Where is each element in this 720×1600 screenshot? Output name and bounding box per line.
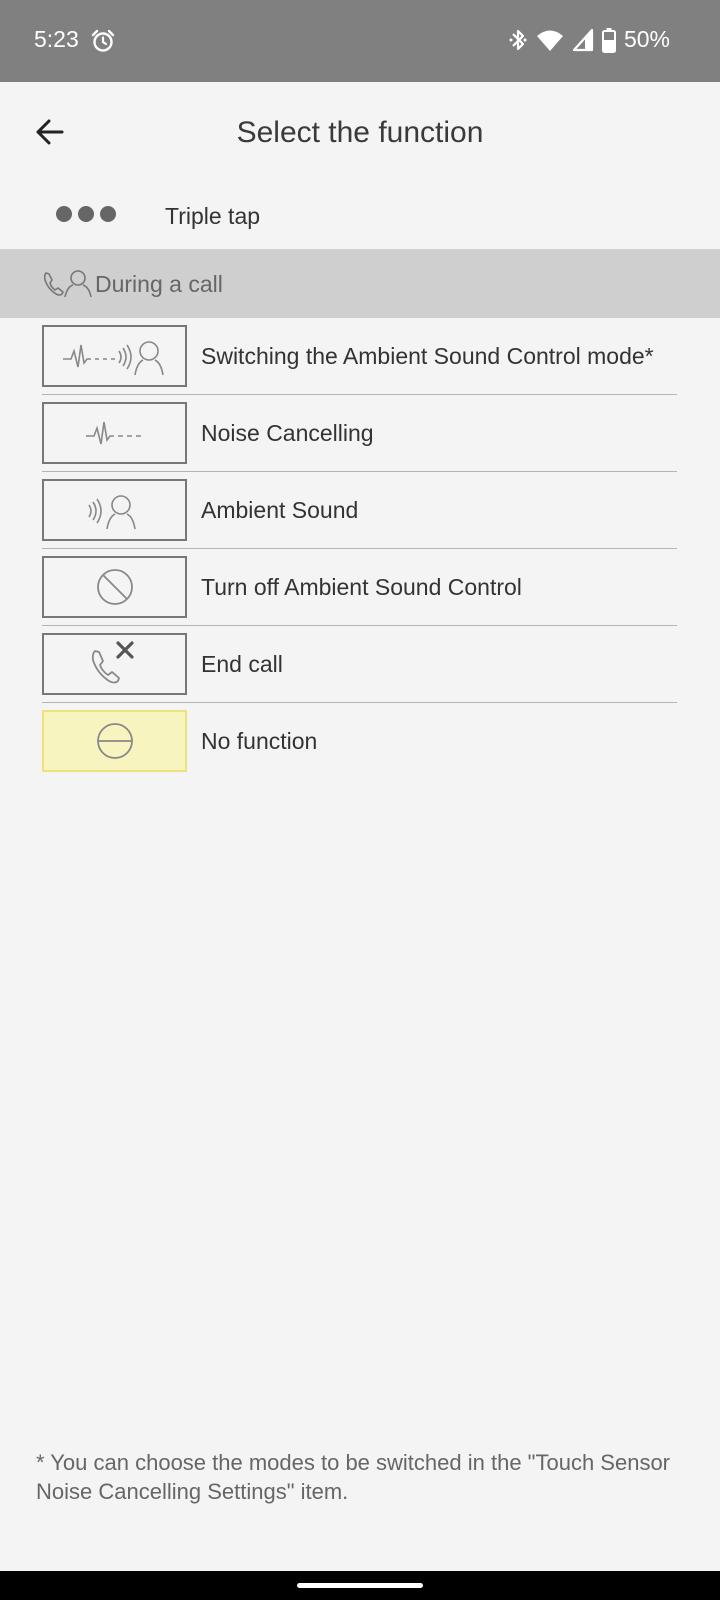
signal-icon xyxy=(572,28,594,51)
navigation-bar xyxy=(0,1571,720,1600)
status-bar: 5:23 50% xyxy=(0,0,720,82)
function-label: Noise Cancelling xyxy=(201,420,374,446)
end-call-icon xyxy=(91,641,134,684)
function-label: Ambient Sound xyxy=(201,497,359,523)
prohibited-icon xyxy=(96,569,133,605)
footnote: * You can choose the modes to be switche… xyxy=(36,1450,671,1504)
function-item-switch-ambient[interactable]: Switching the Ambient Sound Control mode… xyxy=(42,318,677,395)
function-label: End call xyxy=(201,651,283,677)
function-item-turn-off-ambient[interactable]: Turn off Ambient Sound Control xyxy=(42,549,677,626)
function-label: Turn off Ambient Sound Control xyxy=(201,574,522,600)
function-icon-box xyxy=(42,633,187,695)
home-indicator[interactable] xyxy=(297,1583,423,1588)
triple-tap-icon xyxy=(56,206,116,222)
gesture-header: Triple tap xyxy=(0,182,720,248)
noise-cancelling-icon xyxy=(85,421,141,445)
status-icons: 50% xyxy=(508,26,670,53)
page-title: Select the function xyxy=(236,116,484,149)
function-item-ambient-sound[interactable]: Ambient Sound xyxy=(42,472,677,549)
function-list: Switching the Ambient Sound Control mode… xyxy=(42,318,677,780)
battery-percentage: 50% xyxy=(623,26,670,52)
gesture-label: Triple tap xyxy=(165,203,261,229)
status-time: 5:23 xyxy=(34,26,79,52)
function-item-no-function[interactable]: No function xyxy=(42,703,677,780)
nc-ambient-switch-icon xyxy=(62,341,164,376)
function-icon-box xyxy=(42,479,187,541)
section-header-during-call: During a call xyxy=(0,249,720,318)
wifi-icon xyxy=(536,30,563,51)
app-header: Select the function xyxy=(0,82,720,182)
function-icon-box xyxy=(42,710,187,772)
function-icon-box xyxy=(42,556,187,618)
call-person-icon xyxy=(43,270,92,298)
function-item-end-call[interactable]: End call xyxy=(42,626,677,703)
ambient-sound-icon xyxy=(87,495,136,530)
section-label: During a call xyxy=(95,271,223,297)
function-icon-box xyxy=(42,402,187,464)
no-function-icon xyxy=(96,723,133,759)
function-label: No function xyxy=(201,728,318,754)
alarm-icon xyxy=(91,29,115,52)
function-icon-box xyxy=(42,325,187,387)
function-label: Switching the Ambient Sound Control mode… xyxy=(201,343,654,369)
function-item-noise-cancelling[interactable]: Noise Cancelling xyxy=(42,395,677,472)
bluetooth-icon xyxy=(509,29,527,50)
battery-icon xyxy=(601,27,616,53)
